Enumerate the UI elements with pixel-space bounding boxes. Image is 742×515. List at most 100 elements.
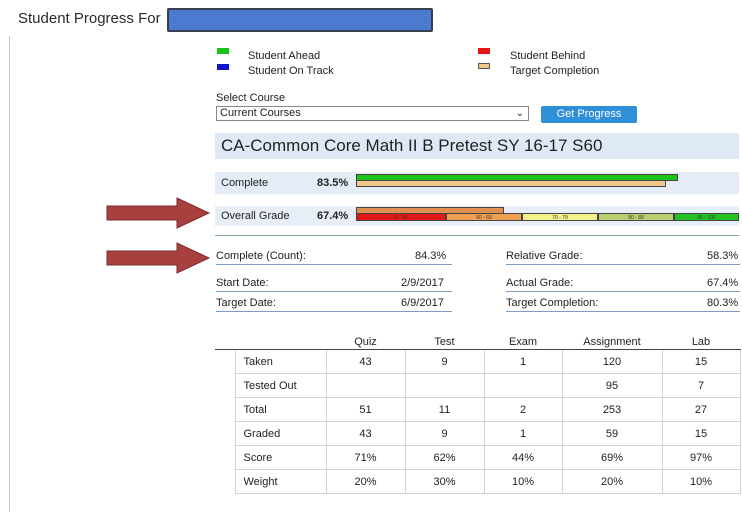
row-stub	[215, 470, 235, 494]
table-cell: 9	[404, 349, 485, 374]
stat-value-start-date: 2/9/2017	[401, 277, 444, 289]
table-cell: 51	[325, 397, 406, 422]
course-select[interactable]: Current Courses ⌄	[216, 106, 529, 121]
stat-value-complete-count: 84.3%	[415, 250, 447, 262]
row-label: Total	[234, 397, 327, 422]
stat-value-relative-grade: 58.3%	[707, 250, 739, 262]
table-cell: 10%	[483, 469, 563, 494]
divider	[506, 311, 740, 312]
table-cell: 43	[325, 421, 406, 446]
table-cell: 15	[661, 421, 741, 446]
get-progress-button[interactable]: Get Progress	[541, 106, 637, 123]
table-cell: 1	[483, 421, 563, 446]
table-cell: 97%	[661, 445, 741, 470]
table-cell: 20%	[561, 469, 663, 494]
complete-row: Complete 83.5%	[215, 172, 739, 194]
progress-table: Quiz Test Exam Assignment Lab Taken 43 9…	[215, 335, 741, 494]
course-select-value: Current Courses	[220, 107, 301, 119]
stat-label-actual-grade: Actual Grade:	[506, 277, 574, 289]
table-header-label	[235, 335, 326, 350]
left-border	[9, 36, 10, 512]
stat-label-complete-count: Complete (Count):	[216, 250, 306, 262]
table-cell: 27	[661, 397, 741, 422]
overall-grade-row: Overall Grade 67.4% 0 - 59 60 - 69 70 - 79…	[215, 206, 739, 226]
table-cell	[483, 373, 563, 398]
stat-value-actual-grade: 67.4%	[707, 277, 739, 289]
page-title: Student Progress For	[18, 10, 161, 27]
row-label: Taken	[234, 349, 327, 374]
table-row: Total 51 11 2 253 27	[215, 397, 741, 422]
grade-scale-segment: 90 - 100	[674, 213, 739, 221]
table-cell: 62%	[404, 445, 485, 470]
row-label: Graded	[234, 421, 327, 446]
arrow-icon	[106, 242, 211, 274]
stat-value-target-date: 6/9/2017	[401, 297, 444, 309]
select-course-label: Select Course	[216, 92, 286, 104]
row-label: Score	[234, 445, 327, 470]
table-cell: 9	[404, 421, 485, 446]
stat-label-target-date: Target Date:	[216, 297, 276, 309]
course-title: CA-Common Core Math II B Pretest SY 16-1…	[215, 133, 739, 159]
column-header-quiz: Quiz	[326, 335, 405, 350]
table-row: Tested Out 95 7	[215, 373, 741, 398]
table-row: Taken 43 9 1 120 15	[215, 349, 741, 374]
table-row: Graded 43 9 1 59 15	[215, 421, 741, 446]
table-cell: 20%	[325, 469, 406, 494]
legend-swatch-on-track	[217, 64, 229, 70]
table-cell: 59	[561, 421, 663, 446]
divider	[506, 291, 740, 292]
table-row: Score 71% 62% 44% 69% 97%	[215, 445, 741, 470]
column-header-test: Test	[405, 335, 484, 350]
table-header-stub	[215, 335, 235, 350]
divider	[216, 311, 452, 312]
row-stub	[215, 374, 235, 398]
legend-label-on-track: Student On Track	[248, 65, 334, 77]
overall-grade-label: Overall Grade	[221, 210, 290, 222]
grade-scale-segment: 80 - 89	[598, 213, 674, 221]
grade-scale-segment: 70 - 79	[522, 213, 598, 221]
stat-value-target-completion: 80.3%	[707, 297, 739, 309]
table-cell: 7	[661, 373, 741, 398]
column-header-assignment: Assignment	[562, 335, 662, 350]
table-cell: 30%	[404, 469, 485, 494]
table-cell: 43	[325, 349, 406, 374]
table-cell: 95	[561, 373, 663, 398]
student-name-redacted	[167, 8, 433, 32]
legend-label-target: Target Completion	[510, 65, 600, 77]
stat-label-relative-grade: Relative Grade:	[506, 250, 583, 262]
table-cell: 1	[483, 349, 563, 374]
row-stub	[215, 350, 235, 374]
row-stub	[215, 446, 235, 470]
legend-label-behind: Student Behind	[510, 50, 586, 62]
row-stub	[215, 398, 235, 422]
table-cell	[404, 373, 485, 398]
divider	[215, 235, 739, 236]
grade-scale-segment: 60 - 69	[446, 213, 522, 221]
overall-grade-value: 67.4%	[317, 210, 349, 222]
table-cell: 120	[561, 349, 663, 374]
stat-label-start-date: Start Date:	[216, 277, 269, 289]
table-cell: 69%	[561, 445, 663, 470]
chevron-down-icon: ⌄	[515, 108, 524, 119]
grade-scale: 0 - 59 60 - 69 70 - 79 80 - 89 90 - 100	[356, 213, 739, 221]
table-row: Weight 20% 30% 10% 20% 10%	[215, 469, 741, 494]
table-cell: 15	[661, 349, 741, 374]
table-cell: 44%	[483, 445, 563, 470]
row-label: Tested Out	[234, 373, 327, 398]
divider	[216, 291, 452, 292]
row-label: Weight	[234, 469, 327, 494]
divider	[506, 264, 740, 265]
complete-label: Complete	[221, 177, 269, 189]
legend-swatch-behind	[478, 48, 490, 54]
grade-scale-segment: 0 - 59	[356, 213, 446, 221]
table-header-row: Quiz Test Exam Assignment Lab	[215, 335, 740, 350]
table-cell: 10%	[661, 469, 741, 494]
legend-swatch-ahead	[217, 48, 229, 54]
column-header-lab: Lab	[662, 335, 740, 350]
table-cell: 2	[483, 397, 563, 422]
complete-target-bar	[356, 180, 666, 187]
legend-label-ahead: Student Ahead	[248, 50, 321, 62]
column-header-exam: Exam	[484, 335, 562, 350]
complete-value: 83.5%	[317, 177, 349, 189]
stat-label-target-completion: Target Completion:	[506, 297, 599, 309]
